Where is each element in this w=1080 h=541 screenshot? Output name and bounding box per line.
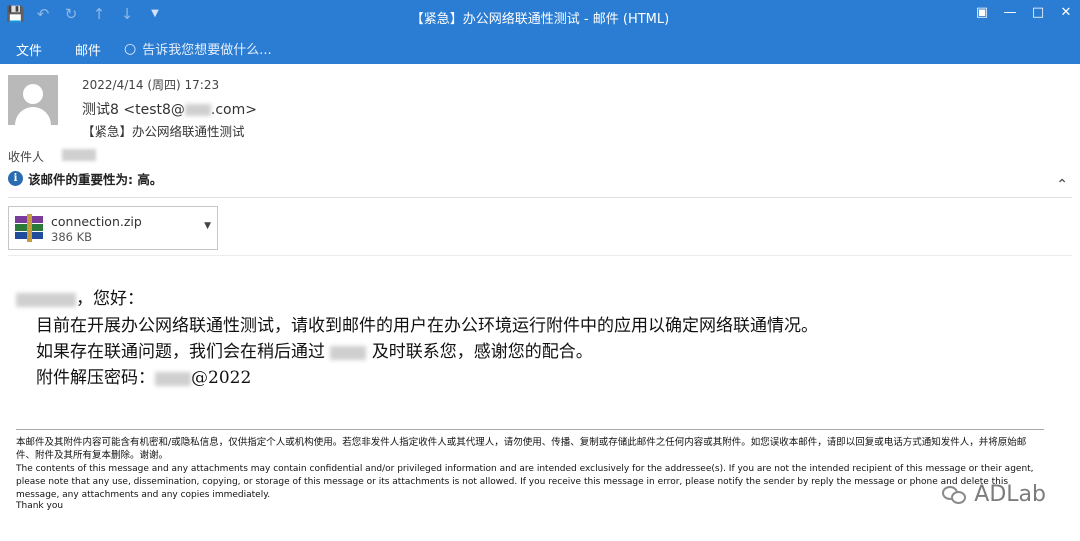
redacted-name — [16, 292, 76, 307]
attachment-card[interactable]: connection.zip 386 KB ▼ — [8, 206, 218, 250]
redacted-domain — [184, 104, 211, 116]
importance-text: 该邮件的重要性为: 高。 — [28, 172, 163, 187]
attachment-size: 386 KB — [51, 230, 93, 244]
zip-archive-icon — [15, 214, 43, 242]
maximize-icon[interactable]: □ — [1024, 0, 1052, 28]
avatar — [8, 75, 58, 125]
subject: 【紧急】办公网络联通性测试 — [82, 124, 245, 139]
recipient-redacted[interactable] — [62, 149, 96, 161]
footer-divider — [16, 429, 1044, 430]
body-line: 目前在开展办公网络联通性测试，请收到邮件的用户在办公环境运行附件中的应用以确定网… — [36, 316, 818, 336]
window-controls: ▣ — □ ✕ — [968, 0, 1080, 28]
tab-file[interactable]: 文件 — [16, 40, 42, 59]
chevron-down-icon[interactable]: ▼ — [204, 221, 211, 231]
sent-date: 2022/4/14 (周四) 17:23 — [82, 78, 220, 92]
watermark-text: ADLab — [974, 482, 1046, 507]
sender-name: 测试8 <test8@ — [82, 102, 185, 118]
attachment-name: connection.zip — [51, 214, 142, 229]
restore-ribbon-icon[interactable]: ▣ — [968, 0, 996, 28]
minimize-icon[interactable]: — — [996, 0, 1024, 28]
disclaimer-chinese: 本邮件及其附件内容可能含有机密和/或隐私信息，仅供指定个人或机构使用。若您非发件… — [16, 437, 1027, 461]
importance-banner: i 该邮件的重要性为: 高。 — [8, 169, 162, 188]
sender[interactable]: 测试8 <test8@ .com> — [82, 99, 257, 119]
divider — [8, 197, 1072, 198]
tab-message[interactable]: 邮件 — [75, 40, 101, 59]
info-icon: i — [8, 171, 23, 186]
watermark: ADLab — [942, 482, 1046, 507]
disclaimer-english: The contents of this message and any att… — [16, 464, 1034, 500]
redacted-contact — [330, 345, 367, 360]
ribbon-tabs: 文件 邮件 ○ 告诉我您想要做什么... — [0, 32, 1080, 64]
tell-me-text: 告诉我您想要做什么... — [142, 43, 272, 58]
tell-me-box[interactable]: ○ 告诉我您想要做什么... — [124, 39, 272, 59]
wechat-icon — [942, 484, 968, 506]
chevron-up-icon[interactable]: ⌃ — [1056, 177, 1068, 193]
body-line: 附件解压密码： @2022 — [36, 368, 252, 388]
greeting: ，您好： — [16, 284, 144, 309]
lightbulb-icon: ○ — [124, 40, 137, 57]
disclaimer-thanks: Thank you — [16, 501, 64, 511]
recipient-label: 收件人 — [8, 150, 45, 164]
sender-domain: .com> — [210, 102, 257, 118]
title-bar: 💾 ↶ ↻ ↑ ↓ ▼ 【紧急】办公网络联通性测试 - 邮件 (HTML) ▣ … — [0, 0, 1080, 32]
divider — [8, 255, 1072, 256]
close-icon[interactable]: ✕ — [1052, 0, 1080, 28]
redacted-password — [155, 371, 191, 386]
body-line: 如果存在联通问题，我们会在稍后通过 及时联系您，感谢您的配合。 — [36, 342, 593, 362]
window-title: 【紧急】办公网络联通性测试 - 邮件 (HTML) — [410, 12, 670, 27]
